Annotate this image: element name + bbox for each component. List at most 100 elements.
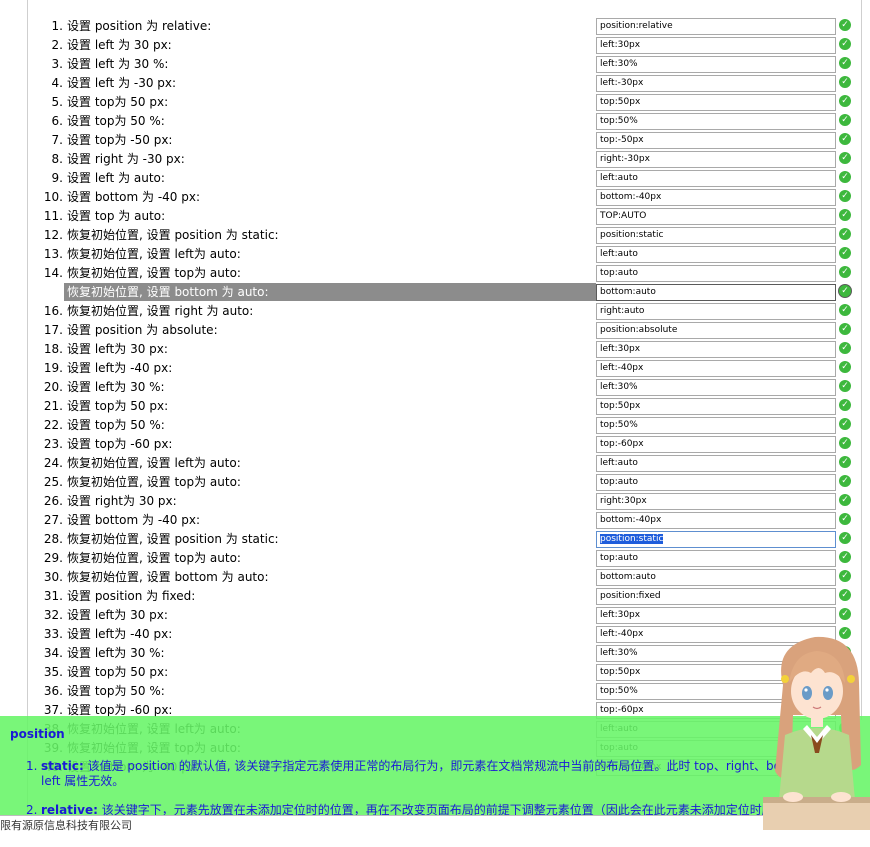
exercise-step-list: 1. 设置 position 为 relative: position:relati… (0, 17, 870, 777)
step-row: 15.恢复初始位置, 设置 bottom 为 auto:bottom:auto✓ (0, 283, 870, 302)
css-answer-input[interactable]: right:-30px (596, 151, 836, 168)
step-row: 17. 设置 position 为 absolute: position:absol… (0, 321, 870, 340)
info-definition-list: 1. static: 该值是 position 的默认值, 该关键字指定元素使用… (26, 759, 826, 847)
step-instruction: 恢复初始位置, 设置 top为 auto: (67, 551, 241, 565)
css-answer-input[interactable]: left:-40px (596, 360, 836, 377)
step-number: 13. (43, 247, 63, 261)
step-number: 33. (43, 627, 63, 641)
css-answer-input[interactable]: left:30px (596, 607, 836, 624)
check-circle-icon: ✓ (839, 133, 851, 145)
step-row: 6. 设置 top为 50 %: top:50% ✓ (0, 112, 870, 131)
check-circle-icon: ✓ (839, 380, 851, 392)
step-row: 33. 设置 left为 -40 px: left:-40px ✓ (0, 625, 870, 644)
step-number: 34. (43, 646, 63, 660)
check-circle-icon: ✓ (839, 589, 851, 601)
step-number: 9. (51, 171, 63, 185)
step-number: 35. (43, 665, 63, 679)
step-instruction: 设置 left为 -40 px: (67, 361, 173, 375)
css-answer-input[interactable]: left:30% (596, 56, 836, 73)
css-answer-input[interactable]: bottom:auto (596, 569, 836, 586)
anime-mascot-image[interactable] (763, 625, 870, 830)
step-row: 30. 恢复初始位置, 设置 bottom 为 auto: bottom:auto ✓ (0, 568, 870, 587)
css-answer-input[interactable]: bottom:auto (596, 284, 836, 301)
step-number: 30. (43, 570, 63, 584)
css-answer-input[interactable]: left:30px (596, 341, 836, 358)
css-answer-input[interactable]: top:50px (596, 94, 836, 111)
step-instruction: 恢复初始位置, 设置 bottom 为 auto: (67, 570, 269, 584)
css-answer-input[interactable]: top:auto (596, 474, 836, 491)
step-row: 7. 设置 top为 -50 px: top:-50px ✓ (0, 131, 870, 150)
step-instruction: 恢复初始位置, 设置 top为 auto: (67, 475, 241, 489)
step-instruction: 设置 left 为 auto: (67, 171, 165, 185)
css-answer-input[interactable]: top:-50px (596, 132, 836, 149)
step-row: 26. 设置 right为 30 px: right:30px ✓ (0, 492, 870, 511)
check-circle-icon: ✓ (839, 95, 851, 107)
step-row: 32. 设置 left为 30 px: left:30px ✓ (0, 606, 870, 625)
css-answer-input[interactable]: top:auto (596, 550, 836, 567)
css-answer-input[interactable]: left:auto (596, 246, 836, 263)
step-row: 29. 恢复初始位置, 设置 top为 auto: top:auto ✓ (0, 549, 870, 568)
css-answer-input[interactable]: top:-60px (596, 436, 836, 453)
step-number: 21. (43, 399, 63, 413)
check-circle-icon: ✓ (839, 494, 851, 506)
css-answer-input[interactable]: position:relative (596, 18, 836, 35)
step-number: 8. (51, 152, 63, 166)
check-circle-icon: ✓ (839, 475, 851, 487)
info-item-text: 该值是 position 的默认值, 该关键字指定元素使用正常的布局行为，即元素… (41, 759, 822, 788)
step-row: 11. 设置 top 为 auto: TOP:AUTO ✓ (0, 207, 870, 226)
page-footer: 限有源原信息科技有限公司 (0, 815, 870, 832)
step-number: 5. (51, 95, 63, 109)
info-panel-title: position (10, 727, 65, 741)
step-instruction: 设置 right 为 -30 px: (67, 152, 185, 166)
step-number: 7. (51, 133, 63, 147)
step-row: 3. 设置 left 为 30 %: left:30% ✓ (0, 55, 870, 74)
step-row: 4. 设置 left 为 -30 px: left:-30px ✓ (0, 74, 870, 93)
css-answer-input[interactable]: position:static (596, 531, 836, 548)
step-instruction: 设置 top 为 auto: (67, 209, 166, 223)
step-instruction: 设置 left为 -40 px: (67, 627, 173, 641)
step-instruction: 设置 left为 30 %: (67, 646, 165, 660)
css-answer-input[interactable]: top:auto (596, 265, 836, 282)
step-row: 25. 恢复初始位置, 设置 top为 auto: top:auto ✓ (0, 473, 870, 492)
step-number: 11. (43, 209, 63, 223)
css-answer-input[interactable]: left:30px (596, 37, 836, 54)
css-answer-input[interactable]: top:50% (596, 113, 836, 130)
step-instruction: 设置 top为 -60 px: (67, 437, 173, 451)
step-number: 20. (43, 380, 63, 394)
css-answer-input[interactable]: top:50% (596, 417, 836, 434)
step-instruction: 恢复初始位置, 设置 right 为 auto: (67, 304, 254, 318)
check-circle-icon: ✓ (839, 323, 851, 335)
step-instruction: 恢复初始位置, 设置 top为 auto: (67, 266, 241, 280)
css-answer-input[interactable]: right:auto (596, 303, 836, 320)
step-number: 17. (43, 323, 63, 337)
css-answer-input[interactable]: TOP:AUTO (596, 208, 836, 225)
check-circle-icon: ✓ (839, 361, 851, 373)
css-answer-input[interactable]: left:-30px (596, 75, 836, 92)
css-answer-input[interactable]: bottom:-40px (596, 189, 836, 206)
step-instruction: 设置 right为 30 px: (67, 494, 177, 508)
check-circle-icon: ✓ (839, 76, 851, 88)
css-answer-input[interactable]: left:auto (596, 170, 836, 187)
step-number: 10. (43, 190, 63, 204)
css-answer-input[interactable]: right:30px (596, 493, 836, 510)
css-answer-input[interactable]: position:fixed (596, 588, 836, 605)
css-answer-input[interactable]: left:auto (596, 455, 836, 472)
css-answer-input[interactable]: position:static (596, 227, 836, 244)
step-row: 20. 设置 left为 30 %: left:30% ✓ (0, 378, 870, 397)
check-circle-icon: ✓ (839, 513, 851, 525)
step-instruction: 设置 top为 50 px: (67, 665, 169, 679)
step-row: 18. 设置 left为 30 px: left:30px ✓ (0, 340, 870, 359)
step-instruction: 设置 bottom 为 -40 px: (67, 513, 201, 527)
step-number: 19. (43, 361, 63, 375)
step-number: 16. (43, 304, 63, 318)
check-circle-icon: ✓ (839, 247, 851, 259)
check-circle-icon: ✓ (839, 437, 851, 449)
css-answer-input[interactable]: bottom:-40px (596, 512, 836, 529)
step-instruction: 恢复初始位置, 设置 left为 auto: (67, 456, 241, 470)
css-answer-input[interactable]: position:absolute (596, 322, 836, 339)
selected-text: position:static (600, 534, 664, 544)
check-circle-icon: ✓ (839, 114, 851, 126)
css-answer-input[interactable]: left:30% (596, 379, 836, 396)
step-number: 36. (43, 684, 63, 698)
css-answer-input[interactable]: top:50px (596, 398, 836, 415)
